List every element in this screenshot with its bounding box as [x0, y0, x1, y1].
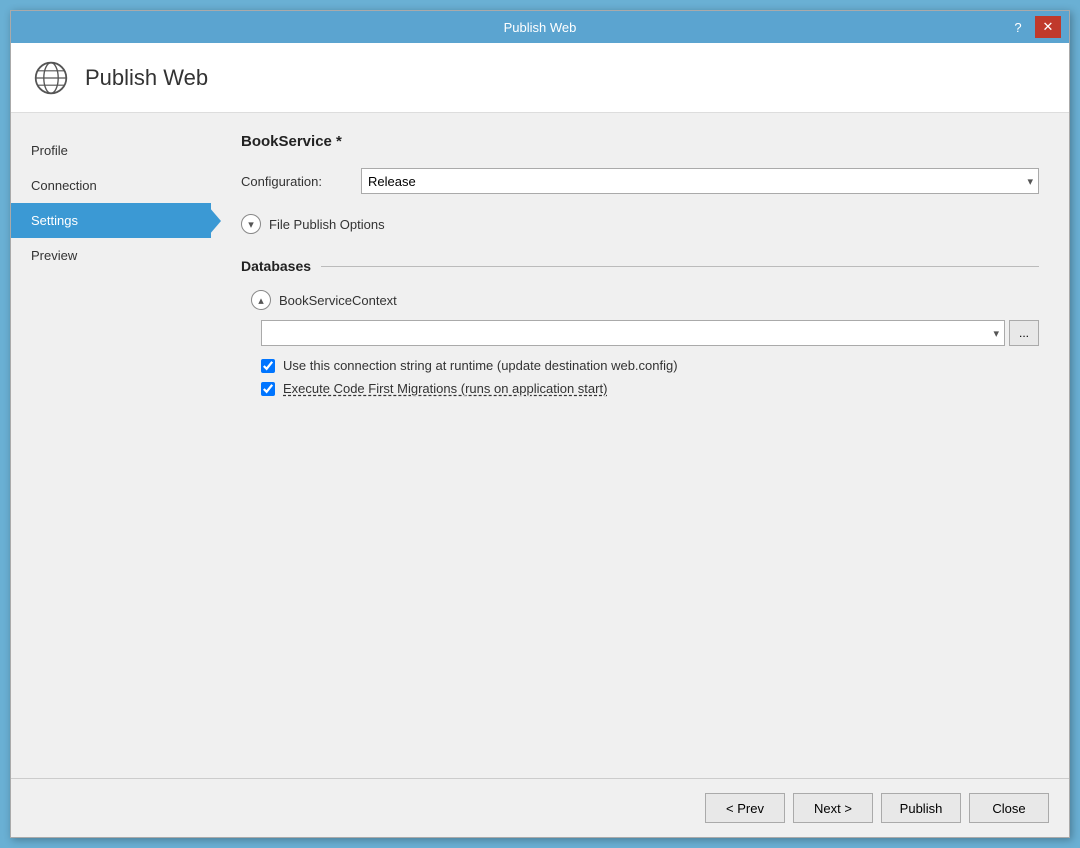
next-button[interactable]: Next >	[793, 793, 873, 823]
close-button[interactable]: Close	[969, 793, 1049, 823]
databases-divider	[321, 266, 1039, 267]
databases-header: Databases	[241, 258, 1039, 274]
connection-string-wrapper: ▾	[261, 320, 1005, 346]
publish-button[interactable]: Publish	[881, 793, 961, 823]
migrations-checkbox[interactable]	[261, 382, 275, 396]
close-title-button[interactable]: ✕	[1035, 16, 1061, 38]
window-title: Publish Web	[366, 20, 713, 35]
footer: < Prev Next > Publish Close	[11, 778, 1069, 837]
connection-string-select[interactable]	[261, 320, 1005, 346]
sidebar: Profile Connection Settings Preview	[11, 113, 211, 778]
header-title: Publish Web	[85, 65, 208, 91]
browse-button[interactable]: ...	[1009, 320, 1039, 346]
sidebar-item-settings[interactable]: Settings	[11, 203, 211, 238]
title-bar-right: ? ✕	[714, 16, 1061, 38]
sidebar-item-preview[interactable]: Preview	[11, 238, 211, 273]
sidebar-item-profile[interactable]: Profile	[11, 133, 211, 168]
prev-button[interactable]: < Prev	[705, 793, 785, 823]
configuration-label: Configuration:	[241, 174, 351, 189]
section-title: BookService *	[241, 133, 1039, 150]
file-publish-collapse-icon: ▾	[241, 214, 261, 234]
connection-string-checkbox[interactable]	[261, 359, 275, 373]
file-publish-options-label: File Publish Options	[269, 217, 385, 232]
databases-label: Databases	[241, 258, 311, 274]
title-bar: Publish Web ? ✕	[11, 11, 1069, 43]
file-publish-options-header[interactable]: ▾ File Publish Options	[241, 210, 1039, 238]
migrations-checkbox-label: Execute Code First Migrations (runs on a…	[283, 381, 607, 396]
header-section: Publish Web	[11, 43, 1069, 113]
main-panel: BookService * Configuration: Debug Relea…	[211, 113, 1069, 778]
db-context-header[interactable]: ▴ BookServiceContext	[251, 290, 1039, 310]
databases-section: Databases ▴ BookServiceContext	[241, 258, 1039, 396]
help-button[interactable]: ?	[1005, 16, 1031, 38]
content-area: Profile Connection Settings Preview Book…	[11, 113, 1069, 778]
configuration-select[interactable]: Debug Release	[361, 168, 1039, 194]
sidebar-item-connection[interactable]: Connection	[11, 168, 211, 203]
globe-icon	[31, 58, 71, 98]
db-context-title: BookServiceContext	[279, 293, 397, 308]
checkbox-connection-string-row: Use this connection string at runtime (u…	[261, 358, 1039, 373]
main-window: Publish Web ? ✕ Publish Web Profile Conn…	[10, 10, 1070, 838]
configuration-select-wrapper: Debug Release ▾	[361, 168, 1039, 194]
checkbox-migrations-row: Execute Code First Migrations (runs on a…	[261, 381, 1039, 396]
db-context-icon: ▴	[251, 290, 271, 310]
configuration-row: Configuration: Debug Release ▾	[241, 168, 1039, 194]
connection-string-row: ▾ ...	[261, 320, 1039, 346]
db-context: ▴ BookServiceContext ▾ ...	[251, 290, 1039, 396]
connection-string-checkbox-label: Use this connection string at runtime (u…	[283, 358, 678, 373]
